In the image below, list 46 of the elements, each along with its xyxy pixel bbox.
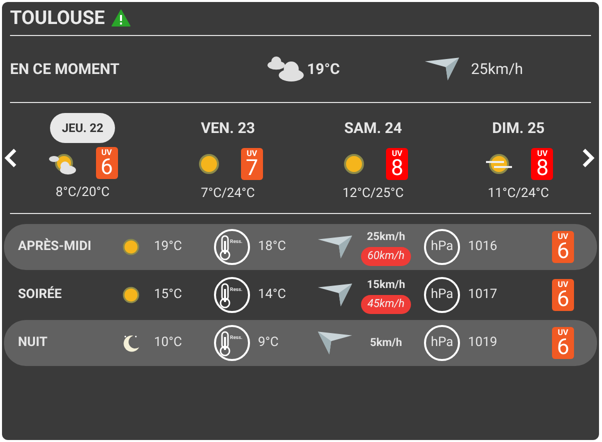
period-temperature: 10°C: [154, 334, 183, 352]
chevron-left-icon[interactable]: [4, 148, 18, 168]
wind-speed: 25km/h: [366, 228, 406, 244]
uv-badge: UV 6: [552, 327, 574, 359]
day-temperature-range: 11°C/24°C: [488, 184, 549, 202]
wind-speed: 5km/h: [370, 334, 402, 351]
warning-icon: [110, 9, 131, 27]
city-title: TOULOUSE: [10, 4, 105, 31]
uv-badge: UV 6: [552, 231, 574, 263]
day-tab[interactable]: DIM. 25: [492, 113, 545, 144]
day-tab[interactable]: VEN. 23: [200, 113, 255, 144]
uv-badge: UV 6: [96, 147, 118, 179]
pressure-value: 1019: [468, 334, 498, 352]
pressure-unit: hPa: [424, 277, 460, 313]
wind-speed: 15km/h: [366, 276, 406, 292]
wind-arrow-icon: [423, 55, 461, 83]
pressure-unit: hPa: [424, 229, 460, 265]
day-temperature-range: 7°C/24°C: [200, 184, 255, 202]
uv-badge: UV 6: [552, 279, 574, 311]
period-temperature: 15°C: [154, 286, 183, 304]
current-wind-speed: 25km/h: [471, 58, 524, 80]
pressure-unit: hPa: [424, 325, 460, 361]
period-temperature: 19°C: [154, 238, 183, 256]
period-label: APRÈS-MIDI: [18, 237, 92, 256]
now-label: EN CE MOMENT: [10, 58, 120, 80]
feels-like-temperature: 9°C: [258, 334, 280, 352]
period-label: NUIT: [18, 334, 48, 352]
feels-like-temperature: 18°C: [258, 238, 287, 256]
day-tab[interactable]: SAM. 24: [344, 113, 402, 144]
uv-badge: UV 7: [240, 148, 263, 180]
pressure-value: 1016: [468, 238, 498, 256]
current-temperature: 19°C: [307, 58, 340, 80]
day-tab[interactable]: JEU. 22: [50, 113, 116, 143]
wind-arrow-icon: [316, 329, 354, 357]
pressure-value: 1017: [468, 286, 498, 304]
uv-badge: UV 8: [386, 148, 408, 180]
day-temperature-range: 8°C/20°C: [56, 184, 110, 202]
uv-badge: UV 8: [531, 148, 554, 180]
feels-like-temperature: 14°C: [258, 286, 287, 304]
day-temperature-range: 12°C/25°C: [342, 184, 404, 202]
gust-speed: 45km/h: [361, 295, 411, 314]
chevron-right-icon[interactable]: [581, 148, 595, 168]
wind-arrow-icon: [316, 233, 354, 261]
period-label: SOIRÉE: [18, 285, 63, 304]
gust-speed: 60km/h: [361, 247, 411, 266]
wind-arrow-icon: [316, 281, 354, 309]
